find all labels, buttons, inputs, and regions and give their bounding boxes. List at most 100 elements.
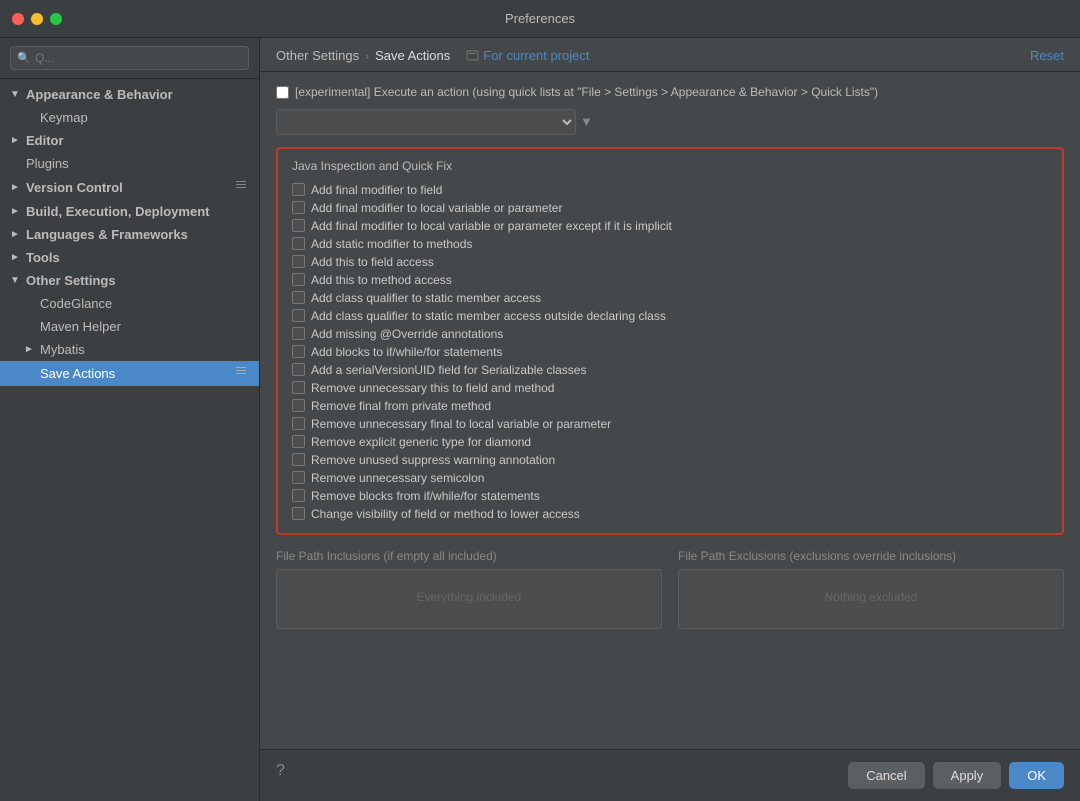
sidebar-nav: ▼ Appearance & Behavior Keymap ► Editor … [0, 79, 259, 801]
chevron-right-icon: ► [10, 135, 22, 146]
chevron-right-icon: ► [24, 344, 36, 355]
checkbox-row-add-serial[interactable]: Add a serialVersionUID field for Seriali… [292, 361, 1048, 379]
file-path-section: File Path Inclusions (if empty all inclu… [276, 549, 1064, 629]
checkbox-remove-blocks[interactable] [292, 489, 305, 502]
sidebar-item-label: Plugins [26, 156, 69, 171]
checkbox-add-this-field[interactable] [292, 255, 305, 268]
minimize-button[interactable] [31, 13, 43, 25]
exclusions-empty: Nothing excluded [683, 574, 1059, 620]
inclusions-empty: Everything included [281, 574, 657, 620]
sidebar-item-appearance[interactable]: ▼ Appearance & Behavior [0, 83, 259, 106]
chevron-right-icon: ► [10, 182, 22, 193]
cancel-button[interactable]: Cancel [848, 762, 924, 789]
checkbox-row-add-static-modifier[interactable]: Add static modifier to methods [292, 235, 1048, 253]
sidebar-item-build[interactable]: ► Build, Execution, Deployment [0, 200, 259, 223]
sidebar-item-label: Appearance & Behavior [26, 87, 173, 102]
checkbox-label-remove-final-local: Remove unnecessary final to local variab… [311, 417, 611, 431]
experimental-checkbox[interactable] [276, 86, 289, 99]
checkbox-add-class-qualifier-outside[interactable] [292, 309, 305, 322]
search-input[interactable] [10, 46, 249, 70]
checkbox-row-remove-blocks[interactable]: Remove blocks from if/while/for statemen… [292, 487, 1048, 505]
checkbox-add-class-qualifier[interactable] [292, 291, 305, 304]
sidebar-item-plugins[interactable]: Plugins [0, 152, 259, 175]
checkbox-row-remove-suppress[interactable]: Remove unused suppress warning annotatio… [292, 451, 1048, 469]
checkbox-row-add-blocks[interactable]: Add blocks to if/while/for statements [292, 343, 1048, 361]
sidebar-item-mybatis[interactable]: ► Mybatis [0, 338, 259, 361]
checkbox-remove-generic[interactable] [292, 435, 305, 448]
sidebar-item-label: Build, Execution, Deployment [26, 204, 209, 219]
sidebar-item-label: Editor [26, 133, 64, 148]
search-icon: 🔍 [17, 52, 31, 65]
checkbox-add-final-local-except[interactable] [292, 219, 305, 232]
sidebar-item-maven-helper[interactable]: Maven Helper [0, 315, 259, 338]
checkbox-row-remove-generic[interactable]: Remove explicit generic type for diamond [292, 433, 1048, 451]
page-settings-icon [235, 365, 249, 382]
checkbox-row-add-final-field[interactable]: Add final modifier to field [292, 181, 1048, 199]
main-content: [experimental] Execute an action (using … [260, 72, 1080, 749]
checkbox-row-change-visibility[interactable]: Change visibility of field or method to … [292, 505, 1048, 523]
checkbox-add-blocks[interactable] [292, 345, 305, 358]
sidebar-item-tools[interactable]: ► Tools [0, 246, 259, 269]
checkbox-remove-final-private[interactable] [292, 399, 305, 412]
checkbox-label-remove-generic: Remove explicit generic type for diamond [311, 435, 531, 449]
checkbox-add-final-field[interactable] [292, 183, 305, 196]
sidebar-item-editor[interactable]: ► Editor [0, 129, 259, 152]
checkbox-label-add-this-method: Add this to method access [311, 273, 452, 287]
sidebar-item-label: Maven Helper [40, 319, 121, 334]
sidebar-item-other-settings[interactable]: ▼ Other Settings [0, 269, 259, 292]
sidebar-item-save-actions[interactable]: Save Actions [0, 361, 259, 386]
inclusions-list[interactable]: Everything included [276, 569, 662, 629]
checkbox-change-visibility[interactable] [292, 507, 305, 520]
traffic-lights [12, 13, 62, 25]
checkbox-list: Add final modifier to field Add final mod… [292, 181, 1048, 523]
checkbox-row-add-override[interactable]: Add missing @Override annotations [292, 325, 1048, 343]
breadcrumb-bar: Other Settings › Save Actions For curren… [260, 38, 1080, 72]
reset-button[interactable]: Reset [1030, 48, 1064, 63]
chevron-right-icon: ► [10, 252, 22, 263]
checkbox-label-add-final-local: Add final modifier to local variable or … [311, 201, 562, 215]
help-icon[interactable]: ? [276, 762, 285, 789]
checkbox-label-add-final-field: Add final modifier to field [311, 183, 442, 197]
sidebar-item-label: Other Settings [26, 273, 116, 288]
sidebar-item-label: Keymap [40, 110, 88, 125]
checkbox-add-this-method[interactable] [292, 273, 305, 286]
sidebar-item-keymap[interactable]: Keymap [0, 106, 259, 129]
checkbox-add-static-modifier[interactable] [292, 237, 305, 250]
checkbox-label-add-override: Add missing @Override annotations [311, 327, 503, 341]
search-box: 🔍 [0, 38, 259, 79]
sidebar-item-version-control[interactable]: ► Version Control [0, 175, 259, 200]
maximize-button[interactable] [50, 13, 62, 25]
checkbox-remove-this[interactable] [292, 381, 305, 394]
checkbox-row-add-class-qualifier[interactable]: Add class qualifier to static member acc… [292, 289, 1048, 307]
checkbox-remove-final-local[interactable] [292, 417, 305, 430]
ok-button[interactable]: OK [1009, 762, 1064, 789]
checkbox-add-serial[interactable] [292, 363, 305, 376]
checkbox-row-remove-final-local[interactable]: Remove unnecessary final to local variab… [292, 415, 1048, 433]
checkbox-label-remove-this: Remove unnecessary this to field and met… [311, 381, 554, 395]
checkbox-add-override[interactable] [292, 327, 305, 340]
checkbox-row-add-this-method[interactable]: Add this to method access [292, 271, 1048, 289]
sidebar-item-codeglance[interactable]: CodeGlance [0, 292, 259, 315]
quick-list-select[interactable] [276, 109, 576, 135]
for-current-project-link[interactable]: For current project [483, 48, 589, 63]
checkbox-row-add-final-local-except[interactable]: Add final modifier to local variable or … [292, 217, 1048, 235]
exclusions-list[interactable]: Nothing excluded [678, 569, 1064, 629]
checkbox-add-final-local[interactable] [292, 201, 305, 214]
checkbox-label-change-visibility: Change visibility of field or method to … [311, 507, 580, 521]
close-button[interactable] [12, 13, 24, 25]
dropdown-row: ▼ [276, 109, 1064, 135]
chevron-down-icon: ▼ [10, 275, 22, 286]
checkbox-row-add-class-qualifier-outside[interactable]: Add class qualifier to static member acc… [292, 307, 1048, 325]
checkbox-row-add-this-field[interactable]: Add this to field access [292, 253, 1048, 271]
search-wrapper: 🔍 [10, 46, 249, 70]
breadcrumb-other-settings[interactable]: Other Settings [276, 48, 359, 63]
checkbox-row-remove-final-private[interactable]: Remove final from private method [292, 397, 1048, 415]
checkbox-row-remove-semicolon[interactable]: Remove unnecessary semicolon [292, 469, 1048, 487]
checkbox-row-add-final-local[interactable]: Add final modifier to local variable or … [292, 199, 1048, 217]
file-path-inclusions-col: File Path Inclusions (if empty all inclu… [276, 549, 662, 629]
sidebar-item-languages[interactable]: ► Languages & Frameworks [0, 223, 259, 246]
checkbox-row-remove-this[interactable]: Remove unnecessary this to field and met… [292, 379, 1048, 397]
checkbox-remove-semicolon[interactable] [292, 471, 305, 484]
checkbox-remove-suppress[interactable] [292, 453, 305, 466]
apply-button[interactable]: Apply [933, 762, 1002, 789]
